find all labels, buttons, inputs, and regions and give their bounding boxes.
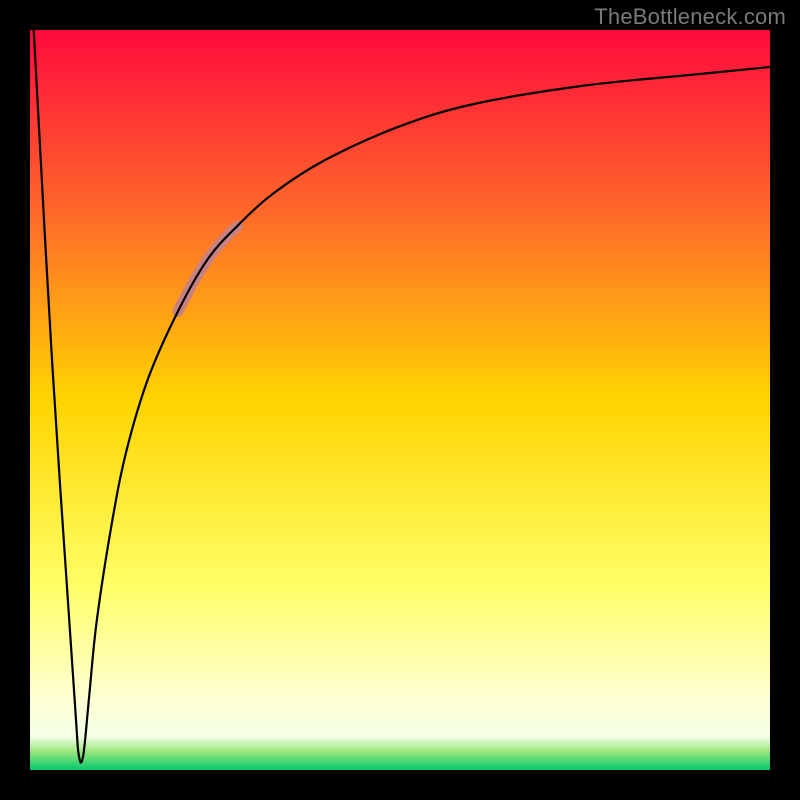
watermark-text: TheBottleneck.com xyxy=(594,4,786,30)
chart-svg xyxy=(0,0,800,800)
chart-stage: TheBottleneck.com xyxy=(0,0,800,800)
